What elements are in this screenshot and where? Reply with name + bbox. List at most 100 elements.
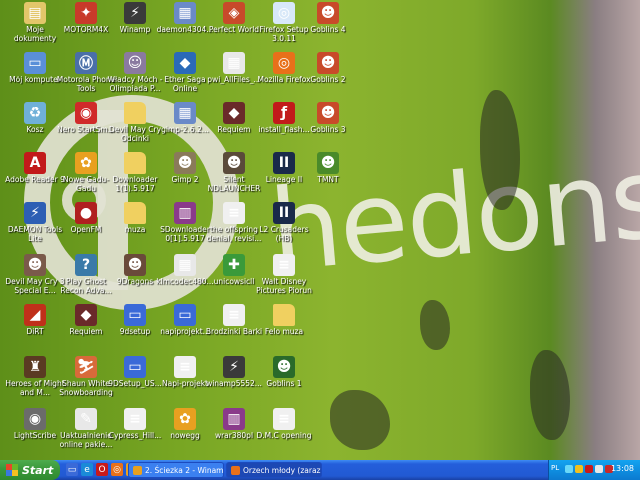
setup-window-icon: ▭ xyxy=(124,304,146,326)
desktop-icon-label: Goblins 4 xyxy=(310,26,346,34)
lineage-icon: II xyxy=(273,202,295,224)
silent-launcher-icon: ☻ xyxy=(223,152,245,174)
network-icon[interactable] xyxy=(565,465,573,473)
goblins-icon: ☻ xyxy=(317,52,339,74)
desktop[interactable]: hedons ▤ Moje dokumenty ▭ Mój komputer ♻ Kosz… xyxy=(0,0,640,460)
taskbar-button[interactable]: Orzech młody (zaraz ... xyxy=(226,462,322,478)
goblins-icon: ☻ xyxy=(317,102,339,124)
gadu-gadu-icon: ✿ xyxy=(174,408,196,430)
goblins-icon: ☻ xyxy=(317,2,339,24)
desktop-icon[interactable]: ≡ D.M.C opening xyxy=(253,408,315,441)
desktop-icon-label: L2 Crusaders (HB) xyxy=(259,226,309,243)
firefox-icon: ◎ xyxy=(273,52,295,74)
dirt-game-icon: ◢ xyxy=(24,304,46,326)
folder-icon xyxy=(124,102,146,124)
gadu-gadu-icon: ✿ xyxy=(75,152,97,174)
folder-icon xyxy=(124,202,146,224)
desktop-icon[interactable]: ≡ Walt Disney Pictures Piorun xyxy=(253,254,315,295)
motorola-icon: Ⓜ xyxy=(75,52,97,74)
taskbar: Start ▭eO◎✿ 2. Ściezka 2 - WinampOrzech … xyxy=(0,460,640,480)
language-indicator[interactable]: PL xyxy=(551,464,559,472)
winrar-archive-icon: ▥ xyxy=(174,202,196,224)
taskbar-button-label: 2. Ściezka 2 - Winamp xyxy=(145,465,224,475)
installer-icon: ▦ xyxy=(174,2,196,24)
perfect-world-icon: ◈ xyxy=(223,2,245,24)
mozilla-firefox-icon[interactable]: ◎ xyxy=(111,463,123,476)
goblins-icon: ☻ xyxy=(273,356,295,378)
text-document-icon: ≡ xyxy=(273,408,295,430)
desktop-icon-label: Felo muza xyxy=(264,328,304,336)
nero-icon: ◉ xyxy=(75,102,97,124)
winamp-icon: ⚡ xyxy=(124,2,146,24)
ether-saga-icon: ◆ xyxy=(174,52,196,74)
9dragons-icon: ☻ xyxy=(124,254,146,276)
daemon-tools-icon: ⚡ xyxy=(24,202,46,224)
requiem-icon: ◆ xyxy=(75,304,97,326)
volume-icon[interactable] xyxy=(595,465,603,473)
gimp-icon: ☻ xyxy=(174,152,196,174)
desktop-icon-label: D.M.C opening xyxy=(256,432,312,440)
text-document-icon: ≡ xyxy=(174,356,196,378)
heroes-game-icon: ♜ xyxy=(24,356,46,378)
internet-explorer-icon[interactable]: e xyxy=(81,463,93,476)
taskbar-button-label: Orzech młody (zaraz ... xyxy=(243,465,322,475)
desktop-icon-label: Walt Disney Pictures Piorun xyxy=(256,278,312,295)
text-document-icon: ≡ xyxy=(124,408,146,430)
update-document-icon: ✎ xyxy=(75,408,97,430)
tmnt-icon: ☻ xyxy=(317,152,339,174)
start-button[interactable]: Start xyxy=(0,460,60,480)
taskbar-button[interactable]: 2. Ściezka 2 - Winamp xyxy=(128,462,224,478)
antivirus-icon[interactable] xyxy=(585,465,593,473)
flash-installer-icon: ƒ xyxy=(273,102,295,124)
wallpaper-peel xyxy=(420,300,450,350)
setup-window-icon: ▭ xyxy=(124,356,146,378)
folder-documents-icon: ▤ xyxy=(24,2,46,24)
dll-icon: ✚ xyxy=(223,254,245,276)
requiem-icon: ◆ xyxy=(223,102,245,124)
folder-icon xyxy=(273,304,295,326)
snowboarding-icon: ⛷ xyxy=(75,356,97,378)
game-icon: ☺ xyxy=(124,52,146,74)
desktop-icon[interactable]: ☻ Goblins 1 xyxy=(253,356,315,389)
start-label: Start xyxy=(22,463,54,477)
motorm4x-icon: ✦ xyxy=(75,2,97,24)
winamp-installer-icon: ⚡ xyxy=(223,356,245,378)
lightscribe-icon: ◉ xyxy=(24,408,46,430)
text-document-icon: ≡ xyxy=(273,254,295,276)
clock[interactable]: 13:08 xyxy=(611,464,634,473)
show-desktop-icon[interactable]: ▭ xyxy=(66,463,78,476)
desktop-icon[interactable]: II L2 Crusaders (HB) xyxy=(253,202,315,243)
adobe-reader-icon: A xyxy=(24,152,46,174)
desktop-icon-label: Goblins 3 xyxy=(310,126,346,134)
gimp-installer-icon: ▦ xyxy=(174,102,196,124)
desktop-icon-label: Goblins 1 xyxy=(266,380,302,388)
desktop-icon-label: Goblins 2 xyxy=(310,76,346,84)
folder-icon xyxy=(124,152,146,174)
recycle-bin-icon: ♻ xyxy=(24,102,46,124)
winamp-icon xyxy=(133,465,142,475)
wallpaper-peel xyxy=(330,390,390,450)
wallpaper-peel xyxy=(480,90,520,210)
pwi-installer-icon: ▦ xyxy=(223,52,245,74)
codec-installer-icon: ▦ xyxy=(174,254,196,276)
desktop-icon[interactable]: ☻ TMNT xyxy=(297,152,359,185)
system-tray: PL 13:08 xyxy=(548,460,640,480)
desktop-icon[interactable]: Felo muza xyxy=(253,304,315,337)
gadu-gadu-tray-icon[interactable] xyxy=(575,465,583,473)
windows-logo-icon xyxy=(6,464,18,476)
desktop-icon[interactable]: ☻ Goblins 2 xyxy=(297,52,359,85)
firefox-icon xyxy=(231,465,240,475)
winrar-icon: ▥ xyxy=(223,408,245,430)
desktop-icon[interactable]: ☻ Goblins 4 xyxy=(297,2,359,35)
my-computer-icon: ▭ xyxy=(24,52,46,74)
ghost-recon-icon: ? xyxy=(75,254,97,276)
desktop-icon-label: TMNT xyxy=(317,176,339,184)
text-document-icon: ≡ xyxy=(223,304,245,326)
lineage-icon: II xyxy=(273,152,295,174)
opera-icon[interactable]: O xyxy=(96,463,108,476)
setup-window-icon: ▭ xyxy=(174,304,196,326)
openfm-icon: ● xyxy=(75,202,97,224)
wallpaper-peel xyxy=(530,350,570,440)
game-icon: ☻ xyxy=(24,254,46,276)
desktop-icon[interactable]: ☻ Goblins 3 xyxy=(297,102,359,135)
